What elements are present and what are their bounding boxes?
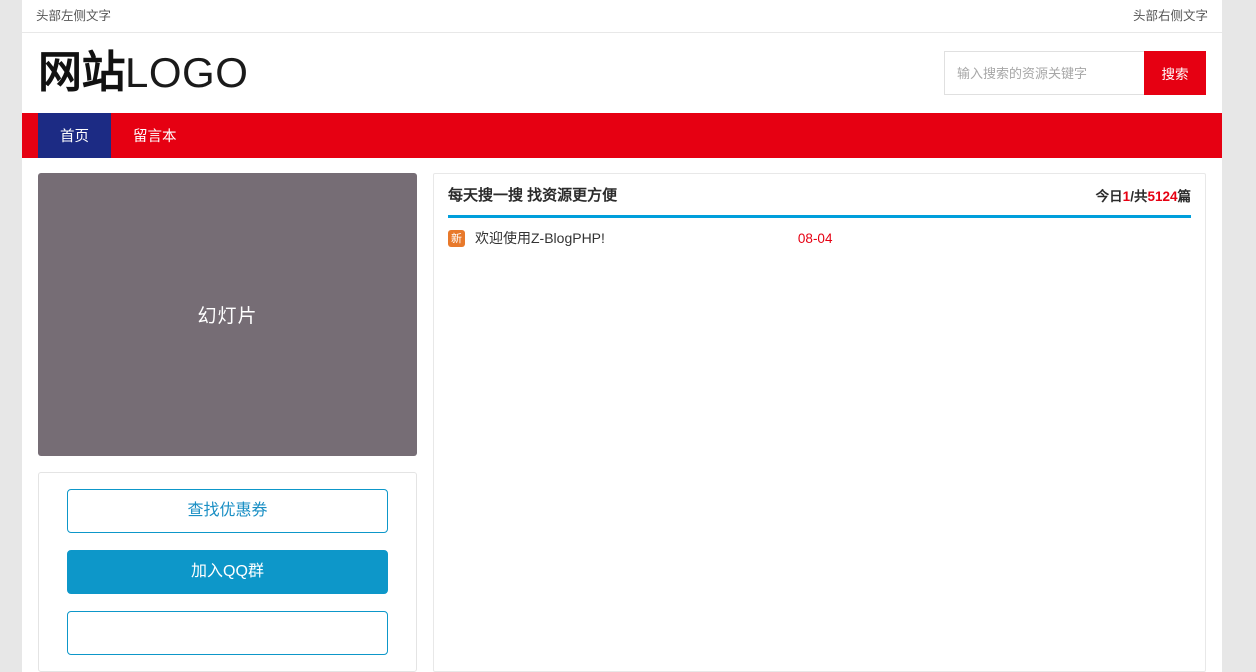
nav-item-home[interactable]: 首页 <box>38 113 111 158</box>
main-content-title: 每天搜一搜 找资源更方便 <box>448 184 617 205</box>
count-prefix: 今日 <box>1096 189 1123 204</box>
find-coupon-button[interactable]: 查找优惠券 <box>67 489 388 533</box>
logo-text-en: LOGO <box>125 52 248 94</box>
search-box: 搜索 <box>944 51 1206 95</box>
logo-text-cn: 网站 <box>38 51 125 95</box>
main-content-header: 每天搜一搜 找资源更方便 今日1/共5124篇 <box>448 174 1191 218</box>
search-button[interactable]: 搜索 <box>1144 51 1206 95</box>
article-title-link[interactable]: 欢迎使用Z-BlogPHP! <box>475 228 605 248</box>
main-nav: 首页 留言本 <box>22 113 1222 158</box>
article-count: 今日1/共5124篇 <box>1096 185 1191 205</box>
count-suffix: 篇 <box>1178 189 1192 204</box>
slideshow-label: 幻灯片 <box>197 301 257 328</box>
sidebar-third-button[interactable] <box>67 611 388 655</box>
search-input[interactable] <box>944 51 1144 95</box>
new-badge-icon: 新 <box>448 230 465 247</box>
article-date: 08-04 <box>798 231 833 246</box>
join-qq-group-button[interactable]: 加入QQ群 <box>67 550 388 594</box>
sidebar-button-panel: 查找优惠券 加入QQ群 <box>38 472 417 672</box>
page-container: 头部左侧文字 头部右侧文字 网站 LOGO 搜索 首页 留言本 幻灯片 查找优惠… <box>22 0 1222 672</box>
article-list: 新 欢迎使用Z-BlogPHP! 08-04 <box>448 218 1191 254</box>
content-wrap: 幻灯片 查找优惠券 加入QQ群 每天搜一搜 找资源更方便 今日1/共5124篇 … <box>22 158 1222 672</box>
topbar-right-text: 头部右侧文字 <box>1133 10 1208 23</box>
count-total: 5124 <box>1147 189 1177 204</box>
count-separator: /共 <box>1130 189 1147 204</box>
sidebar: 幻灯片 查找优惠券 加入QQ群 <box>38 173 417 672</box>
top-bar: 头部左侧文字 头部右侧文字 <box>22 0 1222 33</box>
main-content: 每天搜一搜 找资源更方便 今日1/共5124篇 新 欢迎使用Z-BlogPHP!… <box>433 173 1206 672</box>
topbar-left-text: 头部左侧文字 <box>36 10 111 23</box>
slideshow-placeholder[interactable]: 幻灯片 <box>38 173 417 456</box>
article-list-item: 新 欢迎使用Z-BlogPHP! 08-04 <box>448 218 1191 254</box>
site-logo[interactable]: 网站 LOGO <box>38 51 248 95</box>
nav-item-guestbook[interactable]: 留言本 <box>111 113 199 158</box>
site-header: 网站 LOGO 搜索 <box>22 33 1222 113</box>
